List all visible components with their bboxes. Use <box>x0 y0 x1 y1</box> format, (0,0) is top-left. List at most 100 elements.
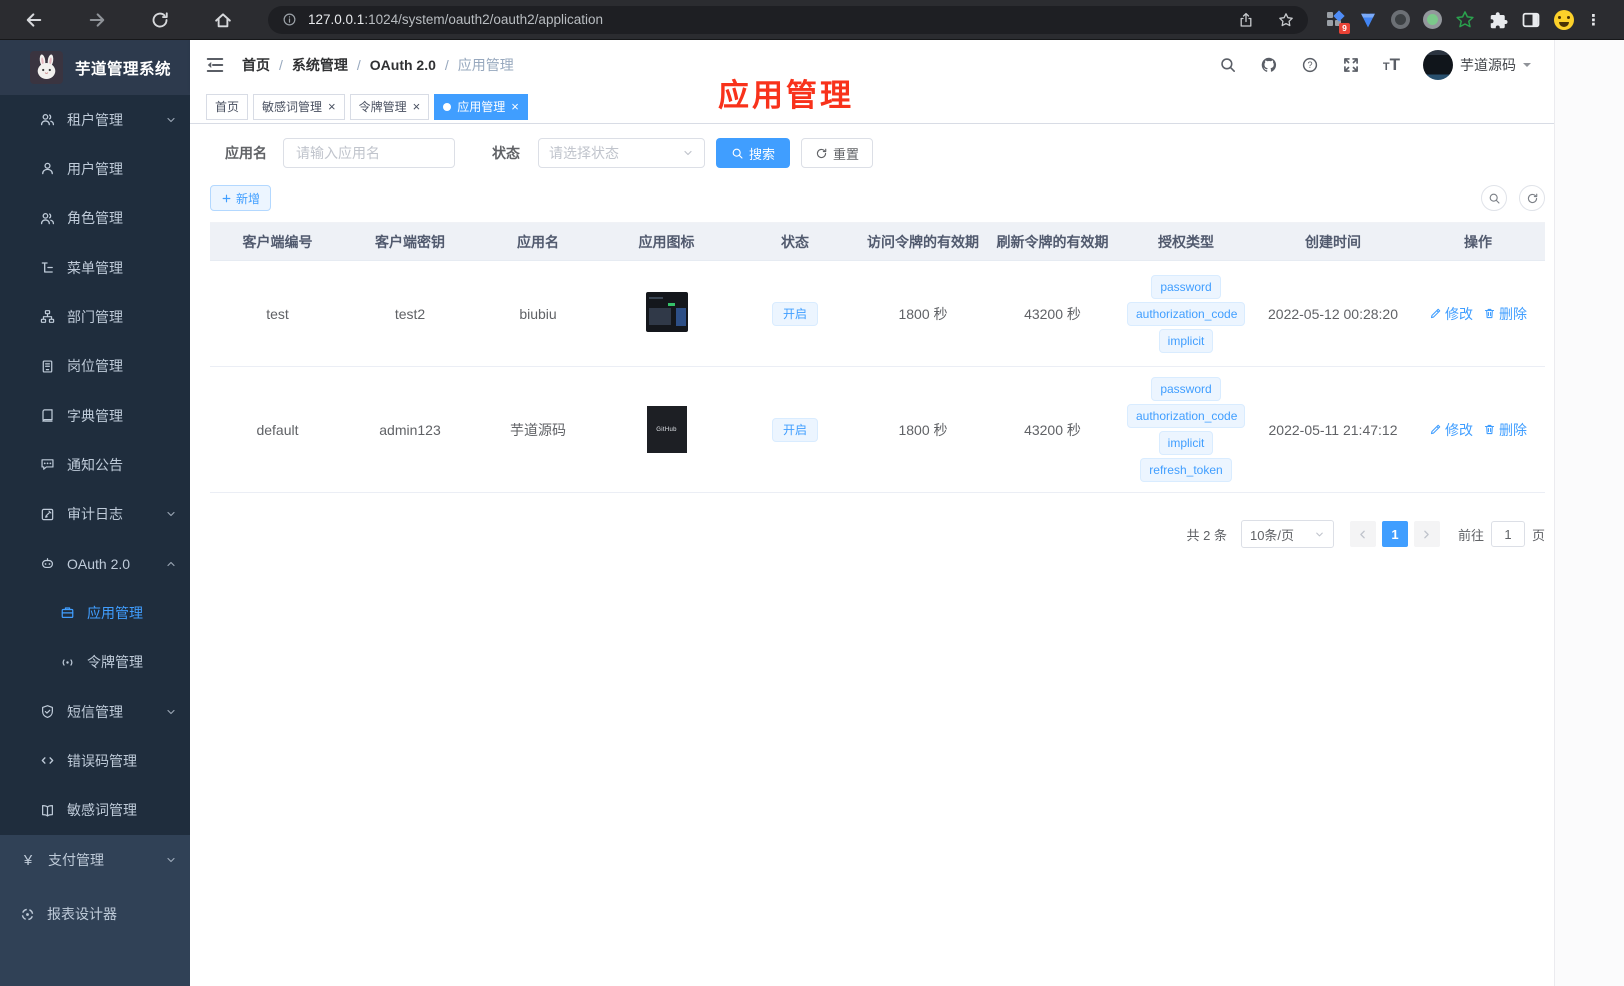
refresh-table-button[interactable] <box>1519 185 1545 211</box>
grant-type-tag: password <box>1151 377 1221 401</box>
tab-home[interactable]: 首页 <box>206 93 249 120</box>
tab-sensitive-word[interactable]: 敏感词管理 × <box>253 93 345 120</box>
extensions-puzzle-icon[interactable] <box>1488 10 1508 30</box>
delete-link[interactable]: 删除 <box>1483 420 1527 440</box>
sidebar-item-notice[interactable]: 通知公告 <box>0 440 190 489</box>
segmented-circle-icon <box>20 907 35 922</box>
share-icon[interactable] <box>1238 12 1254 28</box>
pagination: 共 2 条 10条/页 1 前往 页 <box>210 520 1545 548</box>
logo-rabbit-image <box>30 51 63 84</box>
tab-application[interactable]: 应用管理 × <box>434 93 528 120</box>
home-icon[interactable] <box>213 10 233 30</box>
cell-refresh-ttl: 43200 秒 <box>988 366 1117 493</box>
sidebar-item-post[interactable]: 岗位管理 <box>0 342 190 391</box>
sidebar-item-label: 报表设计器 <box>47 906 117 922</box>
hamburger-icon[interactable] <box>205 55 225 75</box>
help-icon[interactable] <box>1301 56 1319 74</box>
signal-icon <box>60 655 75 670</box>
sidebar-submenu-group: 租户管理 用户管理 角色管理 菜单管理 部门管理 岗位管理 字典管理 通知公告 … <box>0 95 190 835</box>
side-panel-icon[interactable] <box>1521 10 1541 30</box>
prev-page-button[interactable] <box>1349 521 1376 547</box>
browser-menu-icon[interactable]: ⋮ <box>1586 11 1601 29</box>
goto-page-input[interactable] <box>1490 521 1525 547</box>
delete-label: 删除 <box>1499 421 1527 438</box>
breadcrumb-oauth2[interactable]: OAuth 2.0 <box>370 57 436 73</box>
fullscreen-icon[interactable] <box>1342 56 1360 74</box>
sidebar-item-label: 菜单管理 <box>67 259 123 276</box>
breadcrumb-system[interactable]: 系统管理 <box>292 55 348 75</box>
forward-icon[interactable] <box>87 10 107 30</box>
chevron-up-icon <box>165 558 177 570</box>
sidebar-item-dict[interactable]: 字典管理 <box>0 391 190 440</box>
cell-status: 开启 <box>732 366 858 493</box>
extension-star-icon[interactable] <box>1455 10 1475 30</box>
sidebar-item-oauth2[interactable]: OAuth 2.0 <box>0 539 190 588</box>
back-icon[interactable] <box>24 10 44 30</box>
breadcrumb-home[interactable]: 首页 <box>242 55 270 75</box>
page-size-select[interactable]: 10条/页 <box>1240 520 1334 548</box>
extension-grid-icon[interactable]: 9 <box>1325 9 1350 34</box>
notebook-icon <box>40 408 55 423</box>
sidebar-item-oauth2-application[interactable]: 应用管理 <box>0 588 190 637</box>
bookmark-star-icon[interactable] <box>1278 12 1294 28</box>
tab-label: 敏感词管理 <box>262 100 323 114</box>
sidebar-item-tenant[interactable]: 租户管理 <box>0 95 190 144</box>
sidebar-item-sms[interactable]: 短信管理 <box>0 687 190 736</box>
extension-v-icon[interactable] <box>1358 10 1378 30</box>
app-name-input[interactable] <box>283 138 455 168</box>
delete-link[interactable]: 删除 <box>1483 304 1527 324</box>
status-select[interactable]: 请选择状态 <box>538 138 705 168</box>
grid-square <box>1327 19 1333 26</box>
sidebar-item-sensitive-word[interactable]: 敏感词管理 <box>0 786 190 835</box>
sidebar-item-error-code[interactable]: 错误码管理 <box>0 736 190 785</box>
table-tools <box>1481 185 1545 211</box>
sidebar-item-menu[interactable]: 菜单管理 <box>0 243 190 292</box>
search-icon[interactable] <box>1219 56 1237 74</box>
user-avatar[interactable] <box>1423 50 1453 80</box>
sidebar-item-oauth2-token[interactable]: 令牌管理 <box>0 638 190 687</box>
refresh-icon <box>815 147 828 160</box>
address-bar[interactable]: 127.0.0.1:1024/system/oauth2/oauth2/appl… <box>268 5 1308 34</box>
sidebar-item-dept[interactable]: 部门管理 <box>0 292 190 341</box>
search-button[interactable]: 搜索 <box>716 138 791 168</box>
close-icon[interactable]: × <box>328 100 336 113</box>
sidebar: 芋道管理系统 租户管理 用户管理 角色管理 菜单管理 部门管理 岗位管理 字典管… <box>0 40 190 986</box>
toggle-search-button[interactable] <box>1481 185 1507 211</box>
sidebar-item-label: 敏感词管理 <box>67 802 137 819</box>
next-page-button[interactable] <box>1413 521 1440 547</box>
edit-link[interactable]: 修改 <box>1429 420 1473 440</box>
sidebar-item-role[interactable]: 角色管理 <box>0 194 190 243</box>
extension-bar: 9 <box>1325 9 1574 34</box>
close-icon[interactable]: × <box>413 100 421 113</box>
right-side-strip <box>1554 40 1624 986</box>
col-refresh-ttl: 刷新令牌的有效期 <box>988 222 1117 261</box>
caret-down-icon <box>1523 63 1531 71</box>
close-icon[interactable]: × <box>511 100 519 113</box>
extension-dot-icon[interactable] <box>1423 10 1442 29</box>
cell-grant-types: password authorization_code implicit ref… <box>1117 366 1255 493</box>
github-icon[interactable] <box>1260 56 1278 74</box>
current-page-button[interactable]: 1 <box>1381 521 1408 547</box>
user-menu[interactable]: 芋道源码 <box>1423 50 1531 80</box>
sidebar-item-audit-log[interactable]: 审计日志 <box>0 490 190 539</box>
sidebar-item-pay[interactable]: 支付管理 <box>0 835 190 885</box>
sidebar-item-user[interactable]: 用户管理 <box>0 144 190 193</box>
add-button[interactable]: 新增 <box>210 185 272 211</box>
url-path: :1024/system/oauth2/oauth2/application <box>364 12 603 27</box>
extension-circle-icon[interactable] <box>1391 10 1410 29</box>
sidebar-logo[interactable]: 芋道管理系统 <box>0 40 190 95</box>
tab-token[interactable]: 令牌管理 × <box>349 93 430 120</box>
main-area: 首页 / 系统管理 / OAuth 2.0 / 应用管理 芋道源码 首页 <box>190 40 1624 986</box>
profile-avatar[interactable] <box>1554 9 1574 30</box>
sidebar-item-report-designer[interactable]: 报表设计器 <box>0 885 190 943</box>
col-created-at: 创建时间 <box>1255 222 1411 261</box>
table-row: default admin123 芋道源码 GitHub 开启 1800 秒 4… <box>210 366 1545 493</box>
font-size-icon[interactable] <box>1383 55 1400 75</box>
edit-link[interactable]: 修改 <box>1429 304 1473 324</box>
sidebar-item-label: 审计日志 <box>67 506 123 523</box>
reset-button[interactable]: 重置 <box>801 138 874 168</box>
reload-icon[interactable] <box>150 10 170 30</box>
browser-nav-buttons <box>24 10 233 30</box>
edit-label: 修改 <box>1445 421 1473 438</box>
site-info-icon[interactable] <box>282 12 297 27</box>
